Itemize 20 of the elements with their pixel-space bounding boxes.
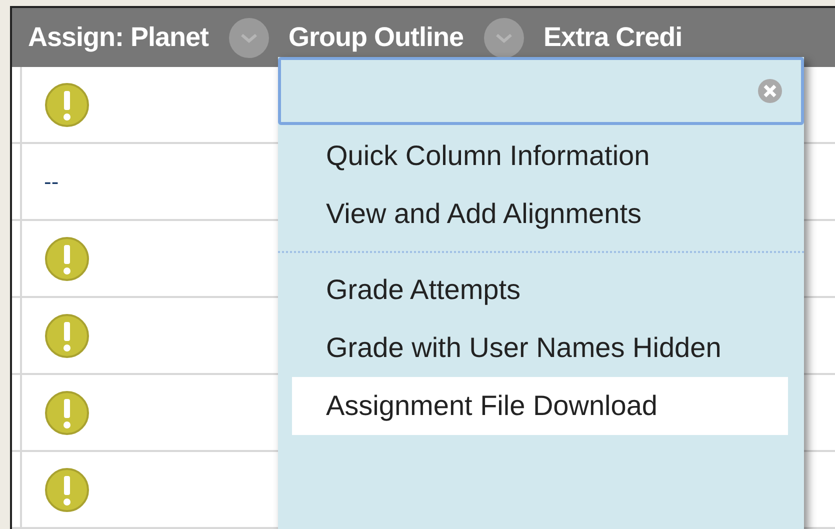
- menu-item[interactable]: Assignment File Download: [292, 377, 788, 435]
- cell-text: --: [44, 168, 59, 196]
- column-menu-button[interactable]: [228, 18, 269, 58]
- warning-icon: [44, 82, 90, 128]
- warning-icon: [44, 466, 90, 512]
- clear-icon[interactable]: [757, 78, 783, 104]
- warning-icon: [44, 312, 90, 358]
- warning-icon: [44, 390, 90, 436]
- column-heading[interactable]: Group Outline: [288, 17, 464, 58]
- menu-item[interactable]: Grade with User Names Hidden: [292, 319, 788, 377]
- column-menu-button[interactable]: [484, 18, 524, 58]
- search-field[interactable]: [278, 57, 804, 125]
- chevron-down-icon: [240, 32, 258, 42]
- column-heading[interactable]: Assign: Planet: [28, 17, 209, 58]
- chevron-down-icon: [494, 32, 513, 42]
- menu-item[interactable]: Grade Attempts: [292, 261, 788, 319]
- menu-item[interactable]: Quick Column Information: [292, 127, 788, 185]
- menu-item[interactable]: View and Add Alignments: [292, 185, 788, 243]
- column-heading[interactable]: Extra Credi: [544, 17, 682, 58]
- warning-icon: [44, 236, 90, 282]
